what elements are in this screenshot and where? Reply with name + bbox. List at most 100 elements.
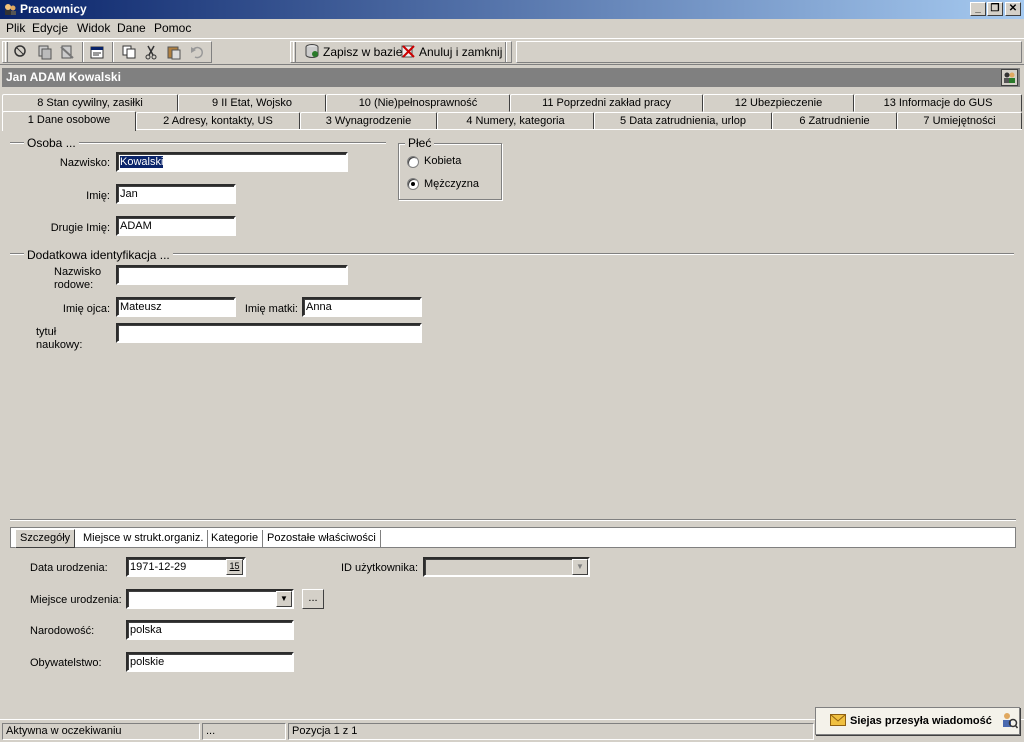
user-search-icon <box>1000 711 1018 732</box>
imie-ojca-input[interactable]: Mateusz <box>116 297 236 317</box>
miejsce-urodzenia-more-button[interactable]: ... <box>302 589 324 609</box>
drugie-imie-input[interactable]: ADAM <box>116 216 236 236</box>
status-position: Pozycja 1 z 1 <box>288 723 814 740</box>
copy-icon[interactable] <box>120 43 138 61</box>
toolbar-empty-band <box>516 41 1022 63</box>
cancel-icon <box>400 43 416 62</box>
kobieta-radio[interactable] <box>407 156 419 168</box>
properties-icon[interactable] <box>88 43 106 61</box>
dodatkowa-legend: Dodatkowa identyfikacja ... <box>24 248 173 262</box>
calendar-button[interactable]: 15 <box>226 559 243 575</box>
restore-button[interactable]: ❐ <box>987 2 1003 16</box>
tab-pozostale-wlasciwosci[interactable]: Pozostałe właściwości <box>263 530 381 547</box>
tytul-label-line1: tytuł <box>36 326 57 338</box>
kobieta-label[interactable]: Kobieta <box>424 155 461 168</box>
obywatelstwo-label: Obywatelstwo: <box>30 657 102 669</box>
menu-bar: Plik Edycje Widok Dane Pomoc <box>0 19 1024 38</box>
undo-icon[interactable] <box>188 43 206 61</box>
obywatelstwo-input[interactable]: polskie <box>126 652 294 672</box>
toolbar-separator <box>505 42 507 62</box>
tab-szczegoly[interactable]: Szczegóły <box>15 529 76 548</box>
tab-ubezpieczenie[interactable]: 12 Ubezpieczenie <box>703 94 854 112</box>
close-button[interactable]: ✕ <box>1005 2 1021 16</box>
users-icon[interactable] <box>1001 69 1018 86</box>
tytul-label-line2: naukowy: <box>36 339 83 351</box>
calendar-icon: 15 <box>229 561 240 571</box>
cancel-label: Anuluj i zamknij <box>419 45 503 59</box>
envelope-icon <box>830 713 846 729</box>
nazwisko-rodowe-input[interactable] <box>116 265 348 285</box>
miejsce-urodzenia-dropdown[interactable]: ▼ <box>276 591 292 607</box>
imie-matki-input[interactable]: Anna <box>302 297 422 317</box>
tab-adresy[interactable]: 2 Adresy, kontakty, US <box>136 112 300 130</box>
miejsce-urodzenia-select[interactable] <box>126 589 294 609</box>
tab-panel-border <box>2 129 1022 130</box>
nazwisko-rodowe-label-line1: Nazwisko <box>54 266 102 278</box>
menu-pomoc[interactable]: Pomoc <box>154 21 191 35</box>
drugie-imie-label: Drugie Imię: <box>50 222 110 234</box>
menu-widok[interactable]: Widok <box>77 21 110 35</box>
menu-plik[interactable]: Plik <box>6 21 25 35</box>
paste-icon[interactable] <box>165 43 183 61</box>
osoba-legend: Osoba ... <box>24 136 79 150</box>
mezczyzna-label[interactable]: Mężczyzna <box>424 178 479 191</box>
narodowosc-input[interactable]: polska <box>126 620 294 640</box>
narodowosc-label: Narodowość: <box>30 625 95 637</box>
tab-umiejetnosci[interactable]: 7 Umiejętności <box>897 112 1022 130</box>
menu-edycje[interactable]: Edycje <box>32 21 68 35</box>
tab-miejsce-w-strukt[interactable]: Miejsce w strukt.organiz. <box>79 530 209 547</box>
miejsce-urodzenia-label: Miejsce urodzenia: <box>30 594 122 606</box>
toolbar-grip[interactable] <box>5 42 8 62</box>
id-uzytkownika-dropdown[interactable]: ▼ <box>572 559 588 575</box>
delete-record-icon[interactable] <box>58 43 76 61</box>
tab-kategorie[interactable]: Kategorie <box>207 530 264 547</box>
tytul-naukowy-input[interactable] <box>116 323 422 343</box>
save-label: Zapisz w bazie <box>323 45 403 59</box>
imie-matki-label: Imię matki: <box>244 303 298 315</box>
tab-poprzedni-zaklad[interactable]: 11 Poprzedni zakład pracy <box>510 94 703 112</box>
imie-label: Imię: <box>86 190 110 202</box>
minimize-button[interactable]: _ <box>970 2 986 16</box>
tab-ii-etat[interactable]: 9 II Etat, Wojsko <box>178 94 326 112</box>
menu-dane[interactable]: Dane <box>117 21 146 35</box>
cut-icon[interactable] <box>142 43 160 61</box>
message-notification[interactable]: Siejas przesyła wiadomość <box>815 707 1020 735</box>
nazwisko-input[interactable]: Kowalski <box>116 152 348 172</box>
toolbar: Zapisz w bazie Anuluj i zamknij <box>0 38 1024 65</box>
tab-data-zatrudnienia[interactable]: 5 Data zatrudnienia, urlop <box>594 112 772 130</box>
lower-divider <box>10 519 1016 521</box>
status-state: Aktywna w oczekiwaniu <box>2 723 200 740</box>
app-icon <box>3 2 17 16</box>
nazwisko-value: Kowalski <box>120 156 164 168</box>
mezczyzna-radio[interactable] <box>407 178 419 190</box>
nazwisko-rodowe-label-line2: rodowe: <box>54 279 94 291</box>
status-dots: ... <box>202 723 286 740</box>
tab-informacje-gus[interactable]: 13 Informacje do GUS <box>854 94 1022 112</box>
record-title: Jan ADAM Kowalski <box>6 70 121 84</box>
id-uzytkownika-select[interactable] <box>423 557 590 577</box>
window-title: Pracownicy <box>20 2 87 16</box>
cancel-close-button[interactable]: Anuluj i zamknij <box>400 43 502 61</box>
save-button[interactable]: Zapisz w bazie <box>304 43 402 61</box>
toolbar-grip[interactable] <box>293 42 296 62</box>
imie-input[interactable]: Jan <box>116 184 236 204</box>
tab-numery[interactable]: 4 Numery, kategoria <box>437 112 594 130</box>
toolbar-separator <box>112 42 114 62</box>
plec-groupbox <box>398 143 502 200</box>
tab-niepelnosprawnosc[interactable]: 10 (Nie)pełnosprawność <box>326 94 510 112</box>
data-urodzenia-label: Data urodzenia: <box>30 562 108 574</box>
save-db-icon <box>304 43 320 62</box>
toolbar-separator <box>82 42 84 62</box>
plec-legend: Płeć <box>405 136 435 150</box>
tab-wynagrodzenie[interactable]: 3 Wynagrodzenie <box>300 112 437 130</box>
notification-text: Siejas przesyła wiadomość <box>850 715 992 727</box>
copy-record-icon[interactable] <box>36 43 54 61</box>
find-icon[interactable] <box>12 43 30 61</box>
tab-zatrudnienie[interactable]: 6 Zatrudnienie <box>772 112 897 130</box>
title-bar: Pracownicy _ ❐ ✕ <box>0 0 1024 19</box>
tab-dane-osobowe[interactable]: 1 Dane osobowe <box>2 111 136 131</box>
id-uzytkownika-label: ID użytkownika: <box>341 562 419 574</box>
nazwisko-label: Nazwisko: <box>59 157 110 169</box>
tab-stan-cywilny[interactable]: 8 Stan cywilny, zasiłki <box>2 94 178 112</box>
imie-ojca-label: Imię ojca: <box>62 303 110 315</box>
